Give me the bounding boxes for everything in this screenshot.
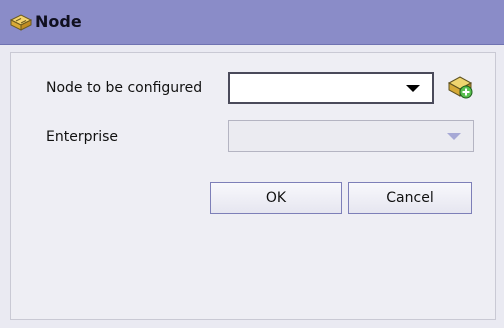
enterprise-combo <box>228 120 474 152</box>
dialog-title: Node <box>35 12 82 31</box>
enterprise-label: Enterprise <box>46 129 119 145</box>
node-picker-icon[interactable] <box>446 73 474 101</box>
node-icon <box>9 12 33 32</box>
node-combo[interactable] <box>228 72 434 104</box>
node-dialog: Node Node to be configured Enterprise OK… <box>0 0 504 328</box>
cancel-button[interactable]: Cancel <box>348 182 472 214</box>
title-bar: Node <box>0 0 504 45</box>
chevron-down-icon <box>406 85 420 92</box>
enterprise-combo-value <box>229 121 445 151</box>
node-combo-value <box>230 74 404 102</box>
ok-button[interactable]: OK <box>210 182 342 214</box>
node-label: Node to be configured <box>46 80 203 96</box>
chevron-down-icon <box>447 133 461 140</box>
